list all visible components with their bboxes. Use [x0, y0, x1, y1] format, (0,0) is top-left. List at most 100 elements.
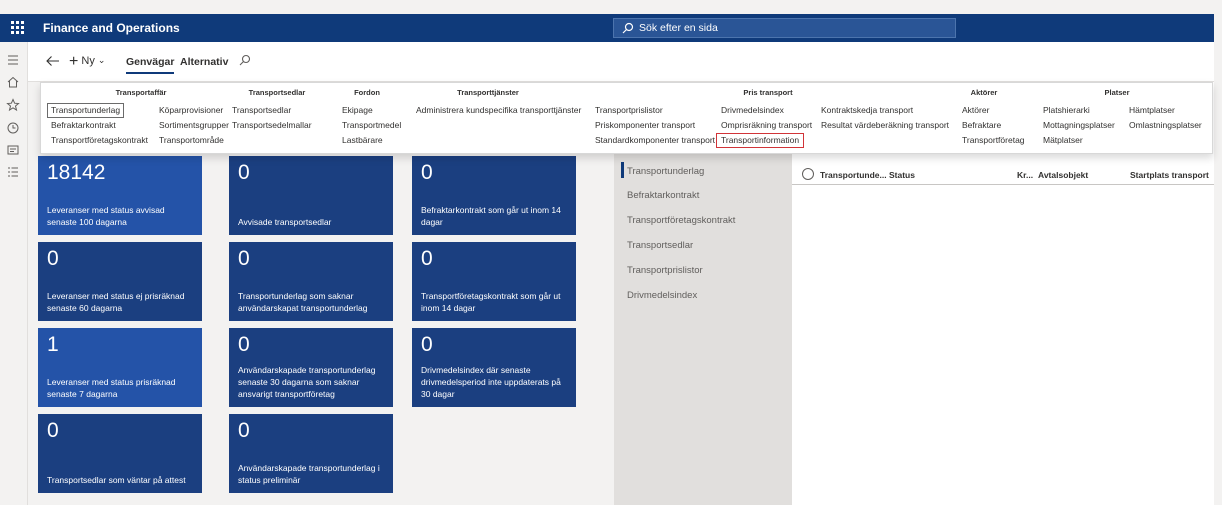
- link-lastbarare[interactable]: Lastbärare: [342, 135, 383, 146]
- tile-value: 0: [421, 161, 433, 184]
- grid-header-divider: [792, 184, 1214, 185]
- panel-link-transportunderlag[interactable]: Transportunderlag: [627, 166, 704, 177]
- tile-label: Användarskapade transportunderlag i stat…: [238, 463, 380, 485]
- panel-link-transportsedlar[interactable]: Transportsedlar: [627, 240, 693, 251]
- tile-label: Transportföretagskontrakt som går ut ino…: [421, 291, 561, 313]
- link-mottagningsplatser[interactable]: Mottagningsplatser: [1043, 120, 1115, 131]
- link-befraktare[interactable]: Befraktare: [962, 120, 1001, 131]
- group-header-transportsedlar: Transportsedlar: [248, 88, 306, 97]
- modules-list-icon[interactable]: [6, 165, 20, 179]
- workspace-icon[interactable]: [6, 143, 20, 157]
- shortcuts-flyout: Transportaffär Transportunderlag Befrakt…: [40, 82, 1213, 154]
- link-transportsedelmallar[interactable]: Transportsedelmallar: [232, 120, 312, 131]
- panel-link-transportforetagskontrakt[interactable]: Transportföretagskontrakt: [627, 215, 735, 226]
- tab-genvagar[interactable]: Genvägar: [126, 56, 175, 74]
- search-box[interactable]: Sök efter en sida: [613, 18, 956, 38]
- link-transportmedel[interactable]: Transportmedel: [342, 120, 401, 131]
- tile-waybills-awaiting-approval[interactable]: 0 Transportsedlar som väntar på attest: [38, 414, 202, 493]
- link-transportforetag[interactable]: Transportföretag: [962, 135, 1025, 146]
- tile-label: Leveranser med status ej prisräknad sena…: [47, 291, 185, 313]
- back-arrow-icon[interactable]: [45, 54, 61, 68]
- top-nav-bar: Finance and Operations Sök efter en sida: [0, 14, 1214, 42]
- tile-label: Avvisade transportsedlar: [238, 217, 332, 227]
- tile-value: 0: [238, 419, 250, 442]
- link-standardkomponenter-transport[interactable]: Standardkomponenter transport: [595, 135, 715, 146]
- search-placeholder: Sök efter en sida: [639, 22, 718, 34]
- plus-icon: +: [69, 53, 79, 70]
- tile-value: 0: [238, 161, 250, 184]
- link-befraktarkontrakt[interactable]: Befraktarkontrakt: [51, 120, 116, 131]
- link-ekipage[interactable]: Ekipage: [342, 105, 373, 116]
- col-header-transportunderlag[interactable]: Transportunde...: [820, 170, 887, 180]
- link-kontraktskedja-transport[interactable]: Kontraktskedja transport: [821, 105, 913, 116]
- action-pane: + Ny ⌄ Genvägar Alternativ: [28, 42, 1214, 82]
- tile-expiring-shipper-contracts[interactable]: 0 Befraktarkontrakt som går ut inom 14 d…: [412, 156, 576, 235]
- selected-indicator: [621, 162, 624, 178]
- star-icon[interactable]: [6, 98, 20, 112]
- tile-value: 0: [238, 247, 250, 270]
- home-icon[interactable]: [6, 75, 20, 89]
- col-header-kr[interactable]: Kr...: [1017, 170, 1033, 180]
- app-title[interactable]: Finance and Operations: [43, 21, 180, 35]
- link-aktorer[interactable]: Aktörer: [962, 105, 989, 116]
- panel-link-drivmedelsindex[interactable]: Drivmedelsindex: [627, 290, 697, 301]
- tile-value: 0: [238, 333, 250, 356]
- col-header-status[interactable]: Status: [889, 170, 915, 180]
- col-header-avtalsobjekt[interactable]: Avtalsobjekt: [1038, 170, 1088, 180]
- group-header-transporttjanster: Transporttjänster: [457, 88, 519, 97]
- link-transportunderlag[interactable]: Transportunderlag: [47, 103, 125, 118]
- group-header-aktorer: Aktörer: [970, 88, 998, 97]
- panel-link-befraktarkontrakt[interactable]: Befraktarkontrakt: [627, 190, 699, 201]
- tile-value: 0: [421, 247, 433, 270]
- link-omlastningsplatser[interactable]: Omlastningsplatser: [1129, 120, 1202, 131]
- tile-label: Leveranser med status prisräknad senaste…: [47, 377, 176, 399]
- app-launcher-icon[interactable]: [10, 20, 26, 36]
- clock-icon[interactable]: [6, 121, 20, 135]
- link-sortimentsgrupper[interactable]: Sortimentsgrupper: [159, 120, 229, 131]
- select-all-radio[interactable]: [802, 168, 814, 180]
- tile-missing-user-basis[interactable]: 0 Transportunderlag som saknar användars…: [229, 242, 393, 321]
- tile-priced-deliveries[interactable]: 1 Leveranser med status prisräknad senas…: [38, 328, 202, 407]
- link-kopar-provisioner[interactable]: Köparprovisioner: [159, 105, 223, 116]
- tile-label: Transportunderlag som saknar användarska…: [238, 291, 368, 313]
- tile-label: Användarskapade transportunderlag senast…: [238, 365, 376, 399]
- tile-missing-carrier[interactable]: 0 Användarskapade transportunderlag sena…: [229, 328, 393, 407]
- link-transportsedlar[interactable]: Transportsedlar: [232, 105, 291, 116]
- new-button-label: Ny: [81, 55, 95, 67]
- tile-value: 1: [47, 333, 59, 356]
- link-transportomrade[interactable]: Transportområde: [159, 135, 224, 146]
- tab-alternativ[interactable]: Alternativ: [180, 56, 228, 68]
- link-omprisrakning-transport[interactable]: Omprisräkning transport: [721, 120, 812, 131]
- hamburger-icon[interactable]: [6, 53, 20, 67]
- tile-value: 0: [47, 419, 59, 442]
- tile-unpriced-deliveries[interactable]: 0 Leveranser med status ej prisräknad se…: [38, 242, 202, 321]
- group-header-fordon: Fordon: [354, 88, 380, 97]
- tile-value: 0: [421, 333, 433, 356]
- tile-expiring-carrier-contracts[interactable]: 0 Transportföretagskontrakt som går ut i…: [412, 242, 576, 321]
- group-header-pris-transport: Pris transport: [743, 88, 793, 97]
- tile-fuel-index-outdated[interactable]: 0 Drivmedelsindex där senaste drivmedels…: [412, 328, 576, 407]
- link-matplatser[interactable]: Mätplatser: [1043, 135, 1083, 146]
- chevron-down-icon: ⌄: [97, 55, 106, 65]
- link-resultat-vardeberakning[interactable]: Resultat värdeberäkning transport: [821, 120, 949, 131]
- tile-label: Leveranser med status avvisad senaste 10…: [47, 205, 165, 227]
- tile-label: Transportsedlar som väntar på attest: [47, 475, 186, 485]
- link-administrera-kundspecifika[interactable]: Administrera kundspecifika transporttjän…: [416, 105, 581, 116]
- tile-value: 0: [47, 247, 59, 270]
- link-platshierarki[interactable]: Platshierarki: [1043, 105, 1090, 116]
- link-transportprislistor[interactable]: Transportprislistor: [595, 105, 663, 116]
- tile-rejected-waybills[interactable]: 0 Avvisade transportsedlar: [229, 156, 393, 235]
- link-transportinformation[interactable]: Transportinformation: [716, 133, 805, 148]
- search-icon: [622, 22, 634, 34]
- action-search-icon[interactable]: [239, 54, 251, 66]
- link-transportforetagskontrakt[interactable]: Transportföretagskontrakt: [51, 135, 148, 146]
- link-hamtplatser[interactable]: Hämtplatser: [1129, 105, 1175, 116]
- group-header-platser: Platser: [1104, 88, 1130, 97]
- new-button[interactable]: + Ny ⌄: [69, 53, 106, 70]
- tile-preliminary-basis[interactable]: 0 Användarskapade transportunderlag i st…: [229, 414, 393, 493]
- link-priskomponenter-transport[interactable]: Priskomponenter transport: [595, 120, 695, 131]
- panel-link-transportprislistor[interactable]: Transportprislistor: [627, 265, 703, 276]
- tile-rejected-deliveries[interactable]: 18142 Leveranser med status avvisad sena…: [38, 156, 202, 235]
- col-header-startplats[interactable]: Startplats transport: [1130, 170, 1209, 180]
- link-drivmedelsindex[interactable]: Drivmedelsindex: [721, 105, 784, 116]
